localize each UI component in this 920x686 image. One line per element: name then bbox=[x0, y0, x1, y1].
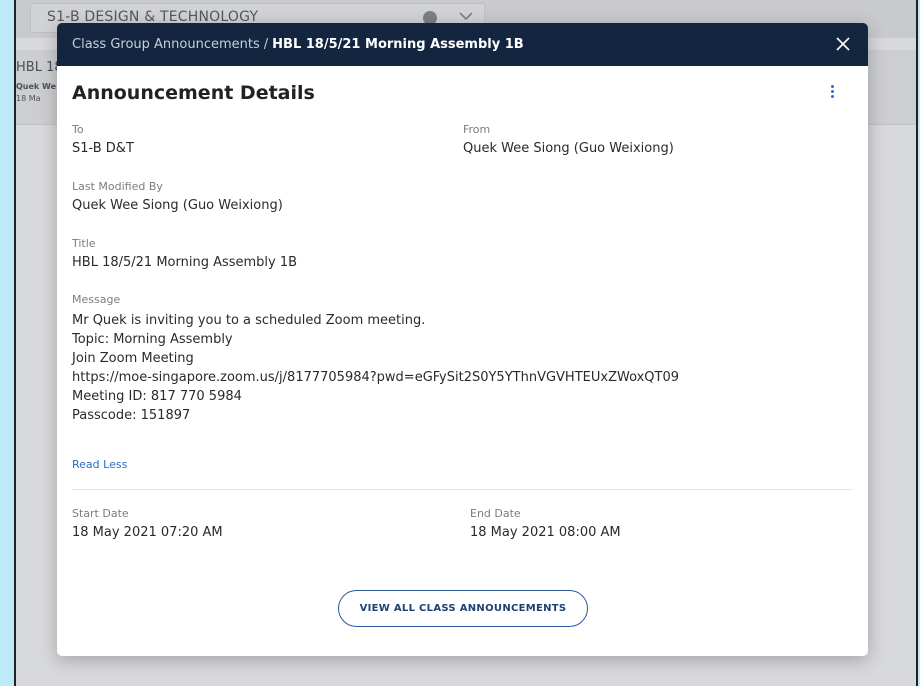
divider bbox=[72, 489, 853, 490]
last-modified-field: Last Modified By Quek Wee Siong (Guo Wei… bbox=[72, 180, 283, 213]
start-date-value: 18 May 2021 07:20 AM bbox=[72, 525, 223, 540]
breadcrumb-separator: / bbox=[263, 37, 269, 52]
to-value: S1-B D&T bbox=[72, 141, 134, 156]
start-date-label: Start Date bbox=[72, 507, 129, 520]
message-field: Message Mr Quek is inviting you to a sch… bbox=[72, 293, 852, 425]
end-date-field: End Date 18 May 2021 08:00 AM bbox=[470, 507, 621, 540]
message-line: Passcode: 151897 bbox=[72, 408, 191, 423]
message-line: Meeting ID: 817 770 5984 bbox=[72, 389, 242, 404]
from-label: From bbox=[463, 123, 491, 136]
message-link[interactable]: https://moe-singapore.zoom.us/j/81777059… bbox=[72, 368, 852, 387]
end-date-label: End Date bbox=[470, 507, 521, 520]
page-title: Announcement Details bbox=[72, 82, 315, 104]
more-vertical-icon[interactable] bbox=[825, 83, 839, 101]
title-field: Title HBL 18/5/21 Morning Assembly 1B bbox=[72, 237, 297, 270]
to-field: To S1-B D&T bbox=[72, 123, 134, 156]
message-line: Topic: Morning Assembly bbox=[72, 332, 233, 347]
view-all-announcements-button[interactable]: VIEW ALL CLASS ANNOUNCEMENTS bbox=[338, 590, 588, 627]
announcement-modal: Class Group Announcements / HBL 18/5/21 … bbox=[57, 23, 868, 656]
background-item-date: 18 Ma bbox=[16, 94, 41, 103]
breadcrumb-current: HBL 18/5/21 Morning Assembly 1B bbox=[272, 37, 524, 52]
read-less-link[interactable]: Read Less bbox=[72, 458, 127, 471]
message-line: Join Zoom Meeting bbox=[72, 351, 194, 366]
to-label: To bbox=[72, 123, 84, 136]
end-date-value: 18 May 2021 08:00 AM bbox=[470, 525, 621, 540]
message-body: Mr Quek is inviting you to a scheduled Z… bbox=[72, 311, 852, 425]
title-value: HBL 18/5/21 Morning Assembly 1B bbox=[72, 255, 298, 270]
background-item-author: Quek We bbox=[16, 82, 56, 91]
last-modified-label: Last Modified By bbox=[72, 180, 163, 193]
breadcrumb-parent[interactable]: Class Group Announcements bbox=[72, 37, 260, 52]
title-label: Title bbox=[72, 237, 96, 250]
close-icon[interactable] bbox=[834, 35, 852, 53]
message-label: Message bbox=[72, 293, 121, 306]
from-value: Quek Wee Siong (Guo Weixiong) bbox=[463, 141, 674, 156]
from-field: From Quek Wee Siong (Guo Weixiong) bbox=[463, 123, 674, 156]
modal-header: Class Group Announcements / HBL 18/5/21 … bbox=[57, 23, 868, 66]
start-date-field: Start Date 18 May 2021 07:20 AM bbox=[72, 507, 223, 540]
message-line: Mr Quek is inviting you to a scheduled Z… bbox=[72, 313, 426, 328]
background-item-title: HBL 18 bbox=[16, 60, 63, 75]
last-modified-value: Quek Wee Siong (Guo Weixiong) bbox=[72, 198, 283, 213]
modal-body: Announcement Details bbox=[57, 66, 868, 110]
